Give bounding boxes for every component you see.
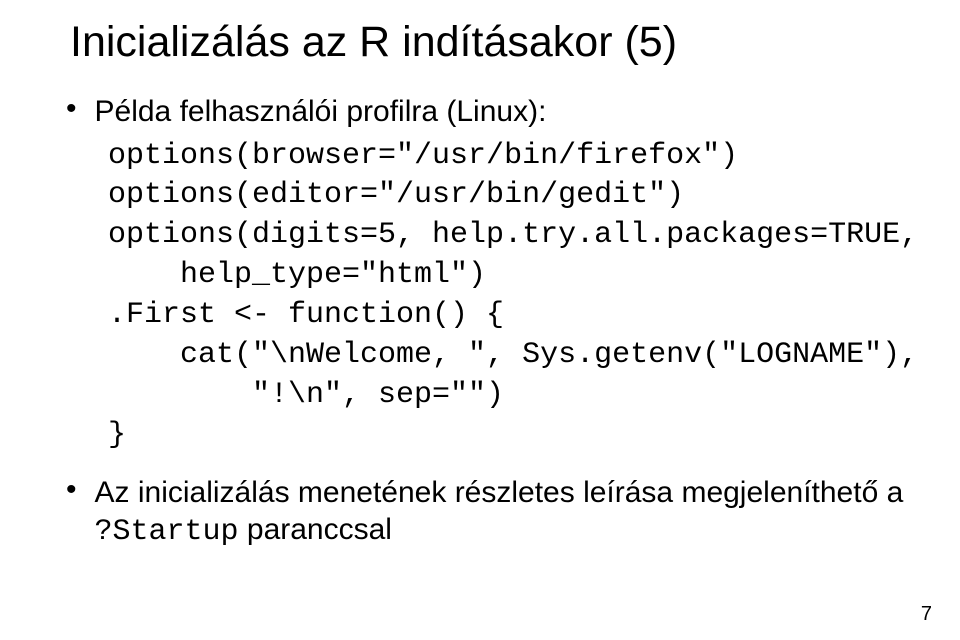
code-line-3: options(digits=5, help.try.all.packages=… [108, 218, 918, 252]
code-line-4: help_type="html") [108, 258, 486, 292]
code-block: options(browser="/usr/bin/firefox") opti… [108, 137, 920, 456]
code-line-1: options(browser="/usr/bin/firefox") [108, 139, 738, 173]
slide-content: • Példa felhasználói profilra (Linux): o… [70, 93, 920, 552]
code-line-5: .First <- function() { [108, 298, 504, 332]
code-line-6: cat("\nWelcome, ", Sys.getenv("LOGNAME")… [108, 338, 918, 372]
code-line-2: options(editor="/usr/bin/gedit") [108, 178, 684, 212]
code-line-7: "!\n", sep="") [108, 378, 504, 412]
bullet-dot-icon: • [66, 474, 77, 506]
bullet-item-1: • Példa felhasználói profilra (Linux): [70, 93, 920, 131]
bullet-dot-icon: • [66, 93, 77, 125]
bullet2-part-a: Az inicializálás menetének részletes leí… [95, 476, 904, 509]
startup-command: ?Startup [95, 515, 239, 549]
code-line-8: } [108, 418, 126, 452]
bullet-text-1: Példa felhasználói profilra (Linux): [95, 93, 547, 131]
page-title: Inicializálás az R indításakor (5) [70, 18, 920, 67]
bullet-item-2: • Az inicializálás menetének részletes l… [70, 474, 920, 552]
bullet-text-2: Az inicializálás menetének részletes leí… [95, 474, 920, 552]
page-number: 7 [921, 603, 932, 626]
bullet2-part-c: paranccsal [239, 513, 392, 546]
